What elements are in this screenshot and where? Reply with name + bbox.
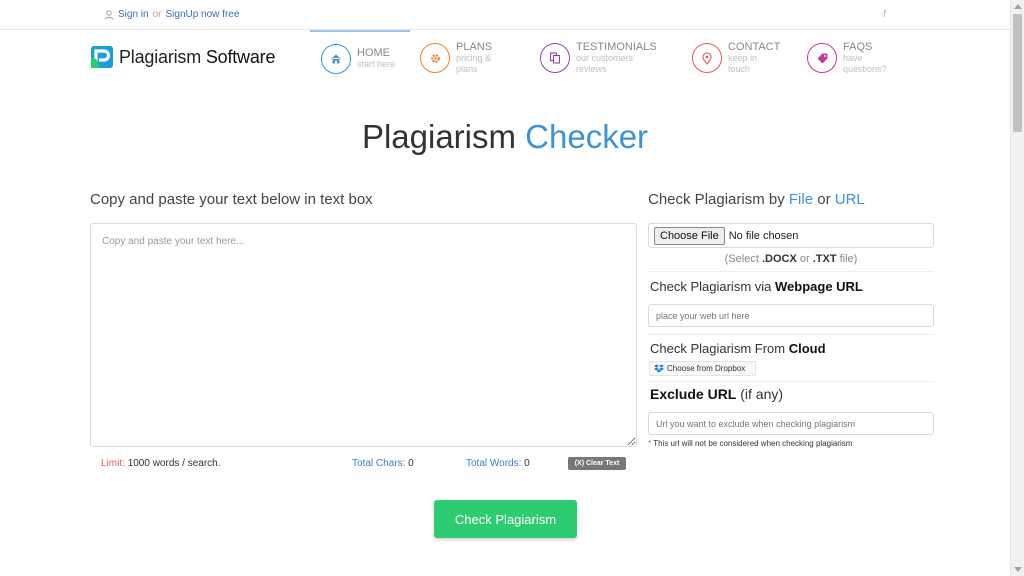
divider	[648, 271, 934, 272]
nav-plans-title: PLANS	[456, 40, 493, 53]
map-pin-icon	[692, 43, 722, 73]
dropbox-button[interactable]: Choose from Dropbox	[649, 361, 756, 376]
nav-home-title: HOME	[357, 47, 390, 59]
nav-testimonials-title: TESTIMONIALS	[576, 40, 657, 53]
cloud-heading: Check Plagiarism From Cloud	[650, 341, 826, 356]
sign-in-link[interactable]: Sign in	[118, 9, 149, 20]
word-limit: Limit: 1000 words / search.	[101, 458, 221, 469]
signup-link[interactable]: SignUp now free	[165, 9, 239, 20]
scroll-down-icon[interactable]	[1014, 567, 1022, 572]
nav-plans-subtitle: pricing & plans	[456, 52, 492, 74]
page-scrollbar[interactable]	[1010, 0, 1024, 576]
check-plagiarism-button[interactable]: Check Plagiarism	[434, 500, 577, 538]
nav-item-faqs[interactable]: FAQS have questions?	[807, 30, 887, 86]
exclude-url-heading: Exclude URL (if any)	[650, 386, 784, 402]
nav-contact-subtitle: keep in touch	[728, 52, 758, 74]
choose-file-button[interactable]: Choose File	[654, 226, 725, 245]
nav-item-plans[interactable]: PLANS pricing & plans	[420, 30, 492, 86]
brand-logo[interactable]: Plagiarism Software	[91, 46, 275, 68]
facebook-icon[interactable]: f	[883, 9, 887, 20]
nav-faqs-title: FAQS	[843, 40, 873, 53]
tag-icon	[807, 43, 837, 73]
exclude-note: * This url will not be considered when c…	[648, 439, 853, 448]
nav-item-contact[interactable]: CONTACT keep in touch	[692, 30, 780, 86]
scroll-thumb[interactable]	[1013, 14, 1022, 132]
logo-mark-icon	[91, 46, 113, 68]
nav-item-home[interactable]: HOME start here	[310, 30, 410, 86]
nav-contact-title: CONTACT	[728, 40, 781, 53]
nav-faqs-subtitle: have questions?	[843, 52, 887, 74]
nav-testimonials-subtitle: our customers reviews	[576, 52, 634, 74]
top-bar: Sign in or SignUp now free f	[0, 0, 1010, 30]
clear-text-button[interactable]: (X) Clear Text	[568, 457, 626, 470]
auth-links: Sign in or SignUp now free	[104, 9, 239, 20]
webpage-url-input[interactable]	[648, 304, 934, 327]
file-upload-field: Choose File No file chosen	[648, 223, 934, 248]
nav-home-subtitle: start here	[357, 59, 396, 69]
total-chars: Total Chars: 0	[352, 458, 414, 469]
scroll-up-icon[interactable]	[1014, 4, 1022, 9]
file-type-hint: (Select .DOCX or .TXT file)	[724, 253, 858, 265]
user-icon	[104, 9, 114, 20]
home-icon	[321, 44, 351, 74]
gear-icon	[420, 43, 450, 73]
file-url-heading: Check Plagiarism by File or URL	[648, 191, 865, 208]
brand-name: Plagiarism Software	[119, 46, 276, 67]
exclude-url-input[interactable]	[648, 412, 934, 435]
divider	[648, 334, 934, 335]
divider	[648, 381, 934, 382]
dropbox-icon	[654, 364, 664, 373]
file-status: No file chosen	[728, 229, 799, 242]
webpage-url-heading: Check Plagiarism via Webpage URL	[650, 279, 863, 294]
text-input-heading: Copy and paste your text below in text b…	[90, 191, 373, 208]
copy-icon	[540, 43, 570, 73]
page-title: Plagiarism Checker	[361, 118, 649, 155]
nav-item-testimonials[interactable]: TESTIMONIALS our customers reviews	[540, 30, 657, 86]
text-input-area[interactable]	[90, 223, 637, 447]
or-text: or	[152, 9, 162, 20]
total-words: Total Words: 0	[466, 458, 530, 469]
